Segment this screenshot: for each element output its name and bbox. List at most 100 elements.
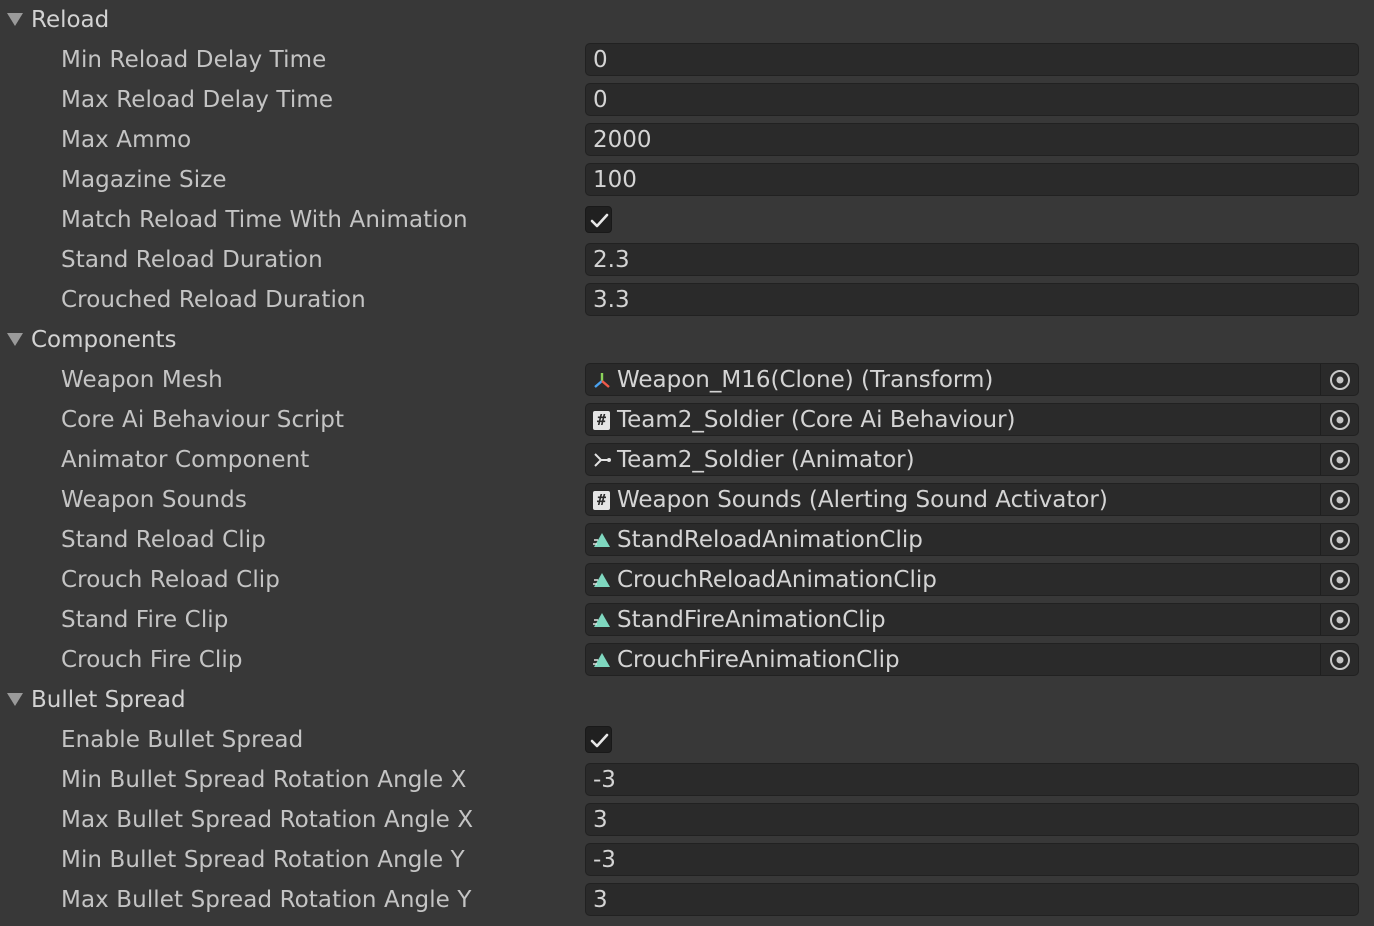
property-row-max-reload-delay-time: Max Reload Delay Time 0 (0, 80, 1374, 120)
property-label: Min Bullet Spread Rotation Angle Y (61, 847, 465, 873)
property-label: Max Bullet Spread Rotation Angle X (61, 807, 474, 833)
min-reload-delay-time-field[interactable]: 0 (585, 43, 1359, 76)
property-row-magazine-size: Magazine Size 100 (0, 160, 1374, 200)
animation-clip-icon (593, 531, 611, 549)
property-label: Max Bullet Spread Rotation Angle Y (61, 887, 472, 913)
object-reference-value: StandReloadAnimationClip (617, 527, 923, 553)
property-label: Min Bullet Spread Rotation Angle X (61, 767, 467, 793)
triangle-down-icon[interactable] (7, 13, 23, 26)
enable-bullet-spread-checkbox[interactable] (585, 726, 612, 753)
inspector-panel: Reload Min Reload Delay Time 0 Max Reload D… (0, 0, 1374, 926)
property-row-crouched-reload-duration: Crouched Reload Duration 3.3 (0, 280, 1374, 320)
section-header-reload[interactable]: Reload (0, 0, 1374, 40)
max-bullet-spread-rotation-angle-y-field[interactable]: 3 (585, 883, 1359, 916)
animator-icon (593, 451, 611, 469)
property-row-crouch-fire-clip: Crouch Fire Clip CrouchFireAnimationClip (0, 640, 1374, 680)
max-reload-delay-time-field[interactable]: 0 (585, 83, 1359, 116)
object-picker-button[interactable] (1321, 444, 1358, 475)
property-label: Animator Component (61, 447, 310, 473)
field-value: 3.3 (593, 287, 630, 313)
property-row-min-bullet-spread-rotation-angle-x: Min Bullet Spread Rotation Angle X -3 (0, 760, 1374, 800)
field-value: 0 (593, 47, 608, 73)
object-reference-value: CrouchReloadAnimationClip (617, 567, 937, 593)
animation-clip-icon (593, 651, 611, 669)
property-row-stand-fire-clip: Stand Fire Clip StandFireAnimationClip (0, 600, 1374, 640)
property-row-enable-bullet-spread: Enable Bullet Spread (0, 720, 1374, 760)
object-reference-value: StandFireAnimationClip (617, 607, 886, 633)
triangle-down-icon[interactable] (7, 693, 23, 706)
script-icon: # (593, 411, 610, 430)
property-row-core-ai-behaviour-script: Core Ai Behaviour Script # Team2_Soldier (… (0, 400, 1374, 440)
magazine-size-field[interactable]: 100 (585, 163, 1359, 196)
property-row-weapon-sounds: Weapon Sounds # Weapon Sounds (Alerting So… (0, 480, 1374, 520)
property-row-min-reload-delay-time: Min Reload Delay Time 0 (0, 40, 1374, 80)
property-row-max-bullet-spread-rotation-angle-y: Max Bullet Spread Rotation Angle Y 3 (0, 880, 1374, 920)
property-row-min-bullet-spread-rotation-angle-y: Min Bullet Spread Rotation Angle Y -3 (0, 840, 1374, 880)
crouch-fire-clip-object-field[interactable]: CrouchFireAnimationClip (585, 643, 1359, 676)
weapon-sounds-object-field[interactable]: # Weapon Sounds (Alerting Sound Activator… (585, 483, 1359, 516)
field-value: 0 (593, 87, 608, 113)
max-ammo-field[interactable]: 2000 (585, 123, 1359, 156)
match-reload-time-with-animation-checkbox[interactable] (585, 206, 612, 233)
crouch-reload-clip-object-field[interactable]: CrouchReloadAnimationClip (585, 563, 1359, 596)
max-bullet-spread-rotation-angle-x-field[interactable]: 3 (585, 803, 1359, 836)
triangle-down-icon[interactable] (7, 333, 23, 346)
property-label: Core Ai Behaviour Script (61, 407, 345, 433)
object-reference-value: Team2_Soldier (Animator) (617, 447, 915, 473)
field-value: 2000 (593, 127, 652, 153)
animation-clip-icon (593, 611, 611, 629)
animation-clip-icon (593, 571, 611, 589)
min-bullet-spread-rotation-angle-x-field[interactable]: -3 (585, 763, 1359, 796)
field-value: 3 (593, 887, 608, 913)
property-label: Crouch Fire Clip (61, 647, 243, 673)
property-row-crouch-reload-clip: Crouch Reload Clip CrouchReloadAnimationC… (0, 560, 1374, 600)
field-value: -3 (593, 767, 616, 793)
property-label: Max Ammo (61, 127, 192, 153)
property-row-weapon-mesh: Weapon Mesh Weapon_M16(Clone) (Transform) (0, 360, 1374, 400)
script-icon: # (593, 491, 610, 510)
core-ai-behaviour-script-object-field[interactable]: # Team2_Soldier (Core Ai Behaviour) (585, 403, 1359, 436)
object-picker-button[interactable] (1321, 564, 1358, 595)
property-row-max-ammo: Max Ammo 2000 (0, 120, 1374, 160)
min-bullet-spread-rotation-angle-y-field[interactable]: -3 (585, 843, 1359, 876)
property-label: Crouch Reload Clip (61, 567, 280, 593)
property-label: Magazine Size (61, 167, 227, 193)
section-header-bullet-spread[interactable]: Bullet Spread (0, 680, 1374, 720)
property-row-stand-reload-clip: Stand Reload Clip StandReloadAnimationCli… (0, 520, 1374, 560)
section-title: Reload (31, 7, 110, 33)
animator-component-object-field[interactable]: Team2_Soldier (Animator) (585, 443, 1359, 476)
crouched-reload-duration-field[interactable]: 3.3 (585, 283, 1359, 316)
field-value: 100 (593, 167, 637, 193)
object-picker-button[interactable] (1321, 364, 1358, 395)
field-value: -3 (593, 847, 616, 873)
property-label: Weapon Sounds (61, 487, 247, 513)
stand-reload-duration-field[interactable]: 2.3 (585, 243, 1359, 276)
object-reference-value: Weapon Sounds (Alerting Sound Activator) (617, 487, 1108, 513)
property-label: Weapon Mesh (61, 367, 223, 393)
property-label: Match Reload Time With Animation (61, 207, 468, 233)
object-picker-button[interactable] (1321, 604, 1358, 635)
object-reference-value: CrouchFireAnimationClip (617, 647, 900, 673)
stand-fire-clip-object-field[interactable]: StandFireAnimationClip (585, 603, 1359, 636)
object-picker-button[interactable] (1321, 644, 1358, 675)
property-row-stand-reload-duration: Stand Reload Duration 2.3 (0, 240, 1374, 280)
property-label: Enable Bullet Spread (61, 727, 304, 753)
property-label: Stand Reload Duration (61, 247, 323, 273)
property-label: Stand Reload Clip (61, 527, 266, 553)
section-title: Bullet Spread (31, 687, 186, 713)
object-picker-button[interactable] (1321, 484, 1358, 515)
property-label: Crouched Reload Duration (61, 287, 366, 313)
stand-reload-clip-object-field[interactable]: StandReloadAnimationClip (585, 523, 1359, 556)
section-title: Components (31, 327, 177, 353)
property-label: Max Reload Delay Time (61, 87, 334, 113)
transform-icon (593, 371, 611, 389)
object-picker-button[interactable] (1321, 404, 1358, 435)
property-row-max-bullet-spread-rotation-angle-x: Max Bullet Spread Rotation Angle X 3 (0, 800, 1374, 840)
section-header-components[interactable]: Components (0, 320, 1374, 360)
object-picker-button[interactable] (1321, 524, 1358, 555)
weapon-mesh-object-field[interactable]: Weapon_M16(Clone) (Transform) (585, 363, 1359, 396)
property-row-animator-component: Animator Component Team2_Soldier (Animato… (0, 440, 1374, 480)
object-reference-value: Weapon_M16(Clone) (Transform) (617, 367, 994, 393)
field-value: 3 (593, 807, 608, 833)
property-label: Stand Fire Clip (61, 607, 229, 633)
